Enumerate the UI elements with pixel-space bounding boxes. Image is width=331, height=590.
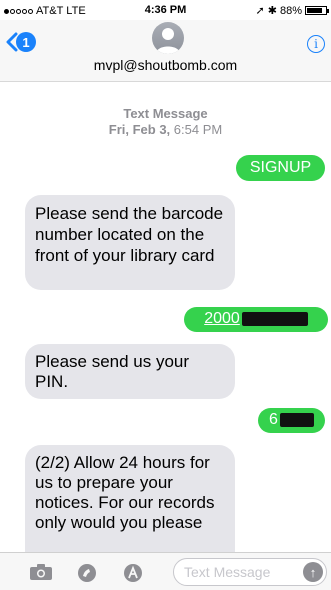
battery-percent: 88% <box>279 4 302 17</box>
input-placeholder: Text Message <box>184 564 271 580</box>
digital-touch-icon[interactable] <box>76 563 98 588</box>
message-input[interactable]: Text Message ↑ <box>173 558 327 586</box>
message-received[interactable]: Please send the barcode number located o… <box>25 195 235 290</box>
conversation-header: 1 mvpl@shoutbomb.com i <box>0 20 331 82</box>
camera-icon[interactable] <box>29 563 53 586</box>
bluetooth-icon: ✱ <box>267 5 277 17</box>
message-sent[interactable]: 2000 <box>184 307 328 332</box>
arrow-up-icon[interactable]: ↑ <box>303 562 323 582</box>
info-icon[interactable]: i <box>307 35 325 53</box>
message-sent[interactable]: SIGNUP <box>236 155 325 181</box>
message-type-label: Text Message <box>123 106 208 121</box>
message-timestamp: Fri, Feb 3, 6:54 PM <box>0 122 331 137</box>
redaction-mark <box>279 412 314 427</box>
message-received[interactable]: (2/2) Allow 24 hours for us to prepare y… <box>25 445 235 552</box>
contact-name[interactable]: mvpl@shoutbomb.com <box>0 57 331 73</box>
timestamp-date: Fri, Feb 3, <box>108 122 171 137</box>
unread-count-badge: 1 <box>16 32 36 52</box>
message-received[interactable]: Please send us your PIN. <box>25 344 235 399</box>
redaction-mark <box>241 311 308 326</box>
pin-text: 6 <box>269 411 278 428</box>
status-right: ➚ ✱ 88% <box>255 4 329 17</box>
back-button[interactable]: 1 <box>6 32 36 52</box>
person-icon <box>156 28 180 54</box>
message-input-bar: Text Message ↑ <box>0 552 331 590</box>
status-bar: AT&T LTE 4:36 PM ➚ ✱ 88% <box>0 0 331 20</box>
barcode-link[interactable]: 2000 <box>204 310 240 327</box>
timestamp-time: 6:54 PM <box>173 122 223 137</box>
contact-avatar[interactable] <box>152 22 184 54</box>
location-arrow-icon: ➚ <box>255 5 265 17</box>
app-store-icon[interactable] <box>122 563 144 588</box>
message-sent[interactable]: 6 <box>258 408 325 433</box>
battery-icon <box>305 6 329 15</box>
message-thread[interactable]: Text Message Fri, Feb 3, 6:54 PM SIGNUP … <box>0 82 331 552</box>
